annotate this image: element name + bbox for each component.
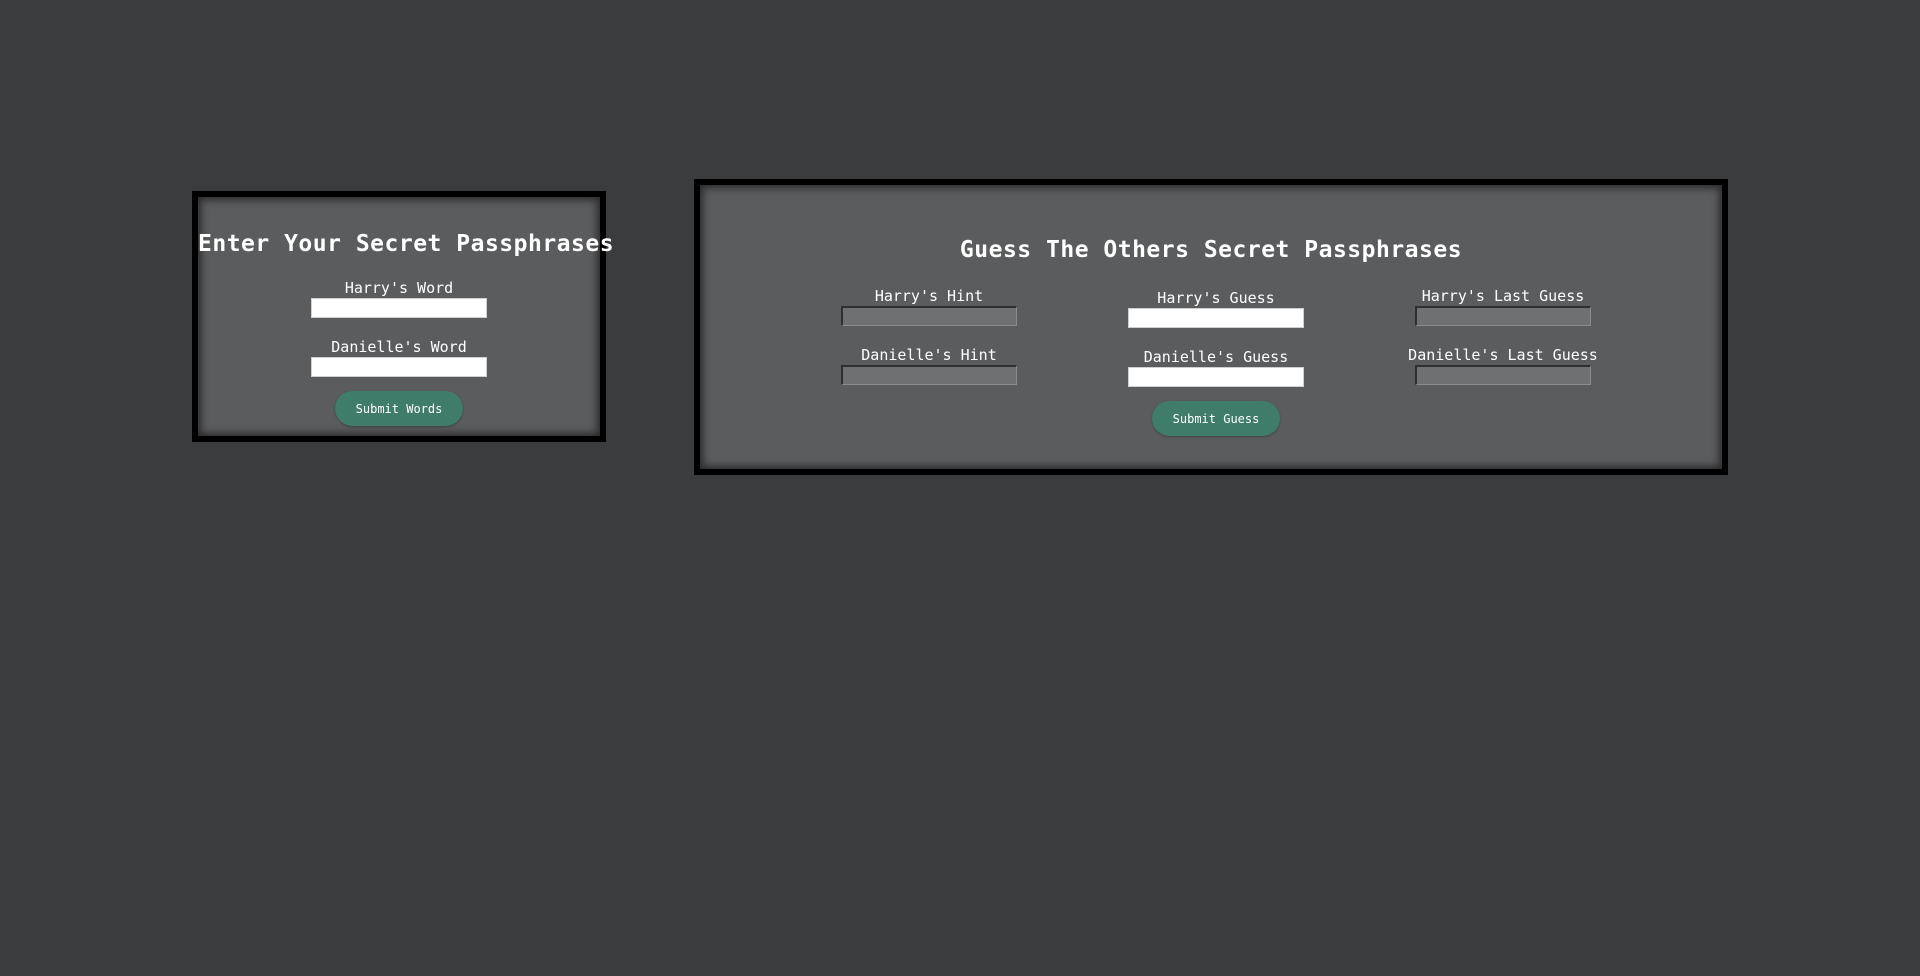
harry-hint-input [841, 306, 1017, 326]
harry-hint-field: Harry's Hint [829, 288, 1029, 326]
danielle-hint-input [841, 365, 1017, 385]
harry-word-field: Harry's Word [299, 280, 499, 318]
danielle-word-input[interactable] [311, 357, 487, 377]
harry-guess-input[interactable] [1128, 308, 1304, 328]
harry-last-guess-field: Harry's Last Guess [1403, 288, 1603, 326]
harry-word-label: Harry's Word [344, 279, 454, 297]
harry-guess-field: Harry's Guess [1116, 290, 1316, 328]
enter-panel-title: Enter Your Secret Passphrases [198, 231, 615, 257]
danielle-guess-label: Danielle's Guess [1143, 348, 1289, 366]
danielle-last-guess-input [1415, 365, 1591, 385]
harry-last-guess-label: Harry's Last Guess [1421, 287, 1585, 305]
danielle-word-label: Danielle's Word [331, 338, 467, 356]
danielle-hint-label: Danielle's Hint [861, 346, 997, 364]
danielle-last-guess-label: Danielle's Last Guess [1408, 346, 1598, 364]
danielle-hint-field: Danielle's Hint [829, 347, 1029, 385]
harry-guess-label: Harry's Guess [1157, 289, 1275, 307]
enter-passphrases-panel: Enter Your Secret Passphrases Harry's Wo… [192, 191, 615, 442]
danielle-guess-field: Danielle's Guess [1116, 349, 1316, 387]
guess-passphrases-panel: Guess The Others Secret Passphrases Harr… [694, 179, 1728, 475]
danielle-guess-input[interactable] [1128, 367, 1304, 387]
harry-word-input[interactable] [311, 298, 487, 318]
harry-last-guess-input [1415, 306, 1591, 326]
danielle-word-field: Danielle's Word [299, 339, 499, 377]
guess-panel-title: Guess The Others Secret Passphrases [959, 237, 1463, 263]
submit-words-button[interactable]: Submit Words [335, 391, 463, 426]
harry-hint-label: Harry's Hint [874, 287, 984, 305]
danielle-last-guess-field: Danielle's Last Guess [1403, 347, 1603, 385]
submit-guess-button[interactable]: Submit Guess [1152, 401, 1280, 436]
